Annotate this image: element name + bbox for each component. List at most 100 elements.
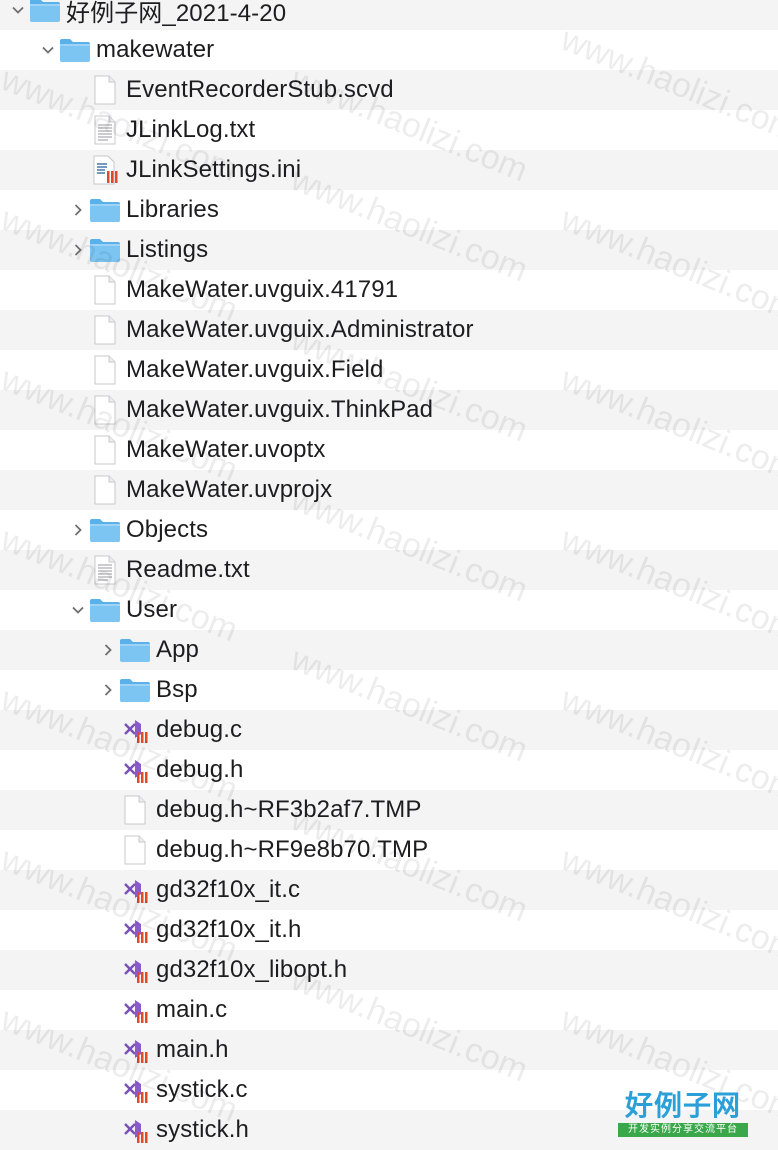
item-label: JLinkSettings.ini [126,156,302,183]
item-label: JLinkLog.txt [126,116,256,143]
file-row-makewater-uvprojx[interactable]: MakeWater.uvprojx [0,470,778,510]
chevron-right-icon[interactable] [68,230,88,270]
item-label: debug.h [156,756,244,783]
brand-subtitle: 开发实例分享交流平台 [618,1123,748,1137]
file-row-eventrecorderstub-scvd[interactable]: EventRecorderStub.scvd [0,70,778,110]
settings-file-icon [88,150,122,190]
file-row-makewater-uvoptx[interactable]: MakeWater.uvoptx [0,430,778,470]
item-label: gd32f10x_it.h [156,916,302,943]
document-icon [88,470,122,510]
item-label: Listings [126,236,209,263]
file-row-gd32f10x-it-h[interactable]: gd32f10x_it.h [0,910,778,950]
item-label: Bsp [156,676,198,703]
source-file-icon [118,950,152,990]
item-label: MakeWater.uvoptx [126,436,326,463]
file-tree: 好例子网_2021-4-20 makewater EventRecorderStub… [0,0,778,1150]
source-file-icon [118,990,152,1030]
file-row-gd32f10x-libopt-h[interactable]: gd32f10x_libopt.h [0,950,778,990]
item-label: debug.c [156,716,243,743]
item-label: gd32f10x_it.c [156,876,301,903]
file-row-readme-txt[interactable]: Readme.txt [0,550,778,590]
folder-icon [58,30,92,70]
item-label: debug.h~RF9e8b70.TMP [156,836,429,863]
item-label: systick.c [156,1076,248,1103]
folder-icon [88,190,122,230]
folder-row-libraries[interactable]: Libraries [0,190,778,230]
chevron-right-icon[interactable] [98,630,118,670]
source-file-icon [118,750,152,790]
file-row-main-c[interactable]: main.c [0,990,778,1030]
file-row-jlinklog-txt[interactable]: JLinkLog.txt [0,110,778,150]
document-icon [88,390,122,430]
folder-row-listings[interactable]: Listings [0,230,778,270]
file-row-debug-h-rf9e8b70-tmp[interactable]: debug.h~RF9e8b70.TMP [0,830,778,870]
document-icon [88,70,122,110]
item-label: User [126,596,178,623]
file-row-makewater-uvguix-field[interactable]: MakeWater.uvguix.Field [0,350,778,390]
item-label: makewater [96,36,215,63]
chevron-down-icon[interactable] [68,590,88,630]
file-row-gd32f10x-it-c[interactable]: gd32f10x_it.c [0,870,778,910]
item-label: main.h [156,1036,229,1063]
document-icon [88,270,122,310]
brand-logo: 好例子网 开发实例分享交流平台 [618,1091,748,1141]
item-label: MakeWater.uvguix.41791 [126,276,399,303]
file-row-debug-h[interactable]: debug.h [0,750,778,790]
file-row-main-h[interactable]: main.h [0,1030,778,1070]
item-label: MakeWater.uvguix.ThinkPad [126,396,434,423]
source-file-icon [118,1110,152,1150]
folder-row-objects[interactable]: Objects [0,510,778,550]
chevron-right-icon[interactable] [68,510,88,550]
folder-icon [118,670,152,710]
folder-row-app[interactable]: App [0,630,778,670]
text-document-icon [88,550,122,590]
folder-row-2021-4-20[interactable]: 好例子网_2021-4-20 [0,0,778,30]
item-label: systick.h [156,1116,249,1143]
source-file-icon [118,1030,152,1070]
document-icon [88,310,122,350]
source-file-icon [118,910,152,950]
folder-icon [88,230,122,270]
folder-row-makewater[interactable]: makewater [0,30,778,70]
chevron-right-icon[interactable] [98,670,118,710]
item-label: Objects [126,516,209,543]
file-row-debug-c[interactable]: debug.c [0,710,778,750]
file-row-jlinksettings-ini[interactable]: JLinkSettings.ini [0,150,778,190]
item-label: EventRecorderStub.scvd [126,76,394,103]
item-label: Libraries [126,196,219,223]
folder-row-bsp[interactable]: Bsp [0,670,778,710]
document-icon [88,430,122,470]
folder-icon [88,590,122,630]
item-label: gd32f10x_libopt.h [156,956,348,983]
chevron-right-icon[interactable] [68,190,88,230]
document-icon [118,830,152,870]
item-label: MakeWater.uvguix.Field [126,356,384,383]
file-row-makewater-uvguix-administrator[interactable]: MakeWater.uvguix.Administrator [0,310,778,350]
source-file-icon [118,870,152,910]
item-label: MakeWater.uvguix.Administrator [126,316,474,343]
file-row-makewater-uvguix-thinkpad[interactable]: MakeWater.uvguix.ThinkPad [0,390,778,430]
item-label: debug.h~RF3b2af7.TMP [156,796,422,823]
file-row-makewater-uvguix-41791[interactable]: MakeWater.uvguix.41791 [0,270,778,310]
chevron-down-icon[interactable] [38,30,58,70]
folder-row-user[interactable]: User [0,590,778,630]
folder-icon [28,0,62,30]
file-row-debug-h-rf3b2af7-tmp[interactable]: debug.h~RF3b2af7.TMP [0,790,778,830]
chevron-down-icon[interactable] [8,0,28,30]
